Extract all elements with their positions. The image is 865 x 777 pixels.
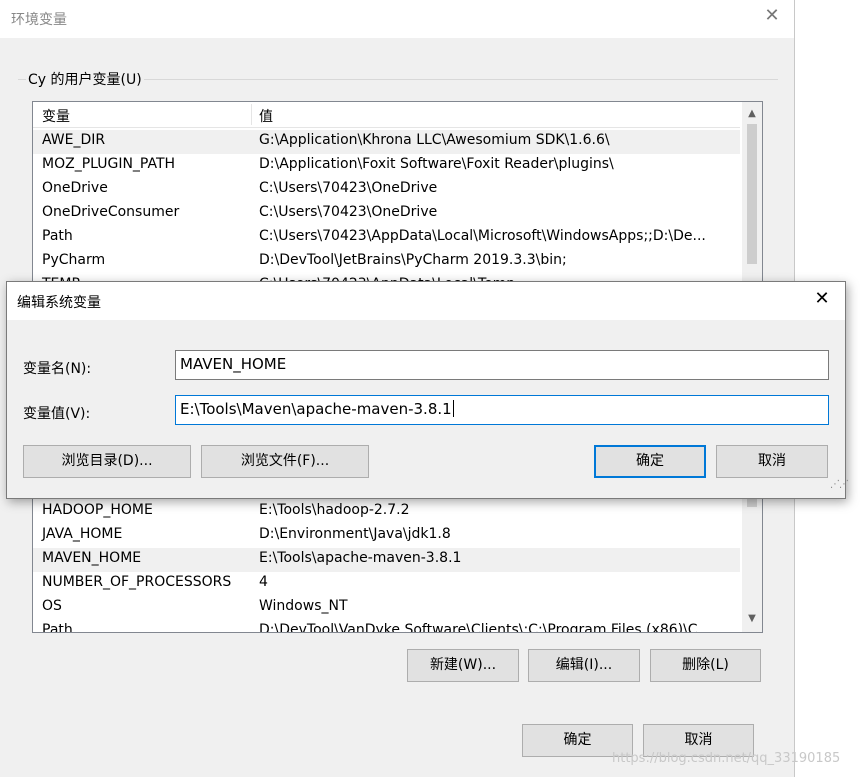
var-name: MOZ_PLUGIN_PATH [42,156,176,172]
var-name: NUMBER_OF_PROCESSORS [42,574,232,590]
var-name: HADOOP_HOME [42,502,153,518]
env-titlebar: 环境变量 ✕ [0,0,794,38]
var-name: Path [42,228,73,244]
env-window-title: 环境变量 [11,12,67,28]
user-vars-list[interactable]: 变量 值 AWE_DIR G:\Application\Khrona LLC\A… [32,101,763,289]
column-header-value[interactable]: 值 [259,106,273,126]
var-value: G:\Application\Khrona LLC\Awesomium SDK\… [259,132,610,148]
resize-grip-icon[interactable]: ⋰⋰ [830,480,849,490]
table-row[interactable]: JAVA_HOME D:\Environment\Java\jdk1.8 [33,524,740,548]
new-variable-button[interactable]: 新建(W)... [407,649,519,682]
table-row[interactable]: Path C:\Users\70423\AppData\Local\Micros… [33,226,740,250]
browse-directory-button[interactable]: 浏览目录(D)... [23,445,191,478]
table-row[interactable]: PyCharm D:\DevTool\JetBrains\PyCharm 201… [33,250,740,274]
var-value: E:\Tools\apache-maven-3.8.1 [259,550,462,566]
var-name: PyCharm [42,252,106,268]
table-row[interactable]: MOZ_PLUGIN_PATH D:\Application\Foxit Sof… [33,154,740,178]
var-value: D:\DevTool\JetBrains\PyCharm 2019.3.3\bi… [259,252,567,268]
edit-close-icon[interactable]: ✕ [811,288,833,312]
column-divider[interactable] [251,104,252,125]
variable-value-label: 变量值(V): [23,406,91,422]
var-name: Path [42,622,73,633]
var-name: JAVA_HOME [42,526,123,542]
table-row[interactable]: OS Windows_NT [33,596,740,620]
table-row[interactable]: HADOOP_HOME E:\Tools\hadoop-2.7.2 [33,500,740,524]
var-name: AWE_DIR [42,132,106,148]
var-name: OS [42,598,62,614]
variable-name-text: MAVEN_HOME [180,355,287,373]
column-header-name[interactable]: 变量 [42,106,70,126]
edit-ok-button[interactable]: 确定 [594,445,706,478]
system-list-scrollbar[interactable]: ▼ [742,499,762,632]
var-value: E:\Tools\hadoop-2.7.2 [259,502,410,518]
var-value: 4 [259,574,268,590]
table-row[interactable]: AWE_DIR G:\Application\Khrona LLC\Awesom… [33,130,740,154]
table-row[interactable]: OneDriveConsumer C:\Users\70423\OneDrive [33,202,740,226]
chevron-up-icon[interactable]: ▲ [742,104,762,124]
table-row[interactable]: OneDrive C:\Users\70423\OneDrive [33,178,740,202]
edit-dialog-title: 编辑系统变量 [17,295,101,311]
user-vars-group-label: Cy 的用户变量(U) [26,69,144,89]
browse-file-button[interactable]: 浏览文件(F)... [201,445,369,478]
scrollbar-thumb[interactable] [747,499,757,507]
var-value: D:\Environment\Java\jdk1.8 [259,526,451,542]
var-name: MAVEN_HOME [42,550,142,566]
user-vars-header: 变量 值 [33,102,740,128]
chevron-down-icon[interactable]: ▼ [742,609,762,629]
variable-value-input[interactable]: E:\Tools\Maven\apache-maven-3.8.1 [175,395,829,425]
var-value: C:\Users\70423\OneDrive [259,204,438,220]
edit-dialog-titlebar: 编辑系统变量 ✕ [7,282,845,320]
env-close-icon[interactable]: ✕ [761,5,783,29]
var-value: Windows_NT [259,598,348,614]
table-row[interactable]: MAVEN_HOME E:\Tools\apache-maven-3.8.1 [33,548,740,572]
scrollbar-thumb[interactable] [747,124,757,264]
edit-variable-button[interactable]: 编辑(I)... [528,649,640,682]
table-row[interactable]: Path D:\DevTool\VanDyke Software\Clients… [33,620,740,633]
user-list-scrollbar[interactable]: ▲ [742,102,762,288]
var-value: D:\DevTool\VanDyke Software\Clients\;C:\… [259,622,711,633]
var-value: D:\Application\Foxit Software\Foxit Read… [259,156,614,172]
variable-name-label: 变量名(N): [23,361,92,377]
watermark-text: https://blog.csdn.net/qq_33190185 [612,751,841,766]
delete-variable-button[interactable]: 删除(L) [650,649,761,682]
var-value: C:\Users\70423\OneDrive [259,180,438,196]
var-name: OneDrive [42,180,108,196]
variable-value-text: E:\Tools\Maven\apache-maven-3.8.1 [180,400,452,418]
var-value: C:\Users\70423\AppData\Local\Microsoft\W… [259,228,706,244]
edit-system-variable-dialog: 编辑系统变量 ✕ 变量名(N): MAVEN_HOME 变量值(V): E:\T… [6,281,849,499]
table-row[interactable]: NUMBER_OF_PROCESSORS 4 [33,572,740,596]
edit-cancel-button[interactable]: 取消 [716,445,828,478]
text-caret [452,400,454,417]
var-name: OneDriveConsumer [42,204,180,220]
variable-name-input[interactable]: MAVEN_HOME [175,350,829,380]
system-vars-list[interactable]: HADOOP_HOME E:\Tools\hadoop-2.7.2 JAVA_H… [32,498,763,633]
